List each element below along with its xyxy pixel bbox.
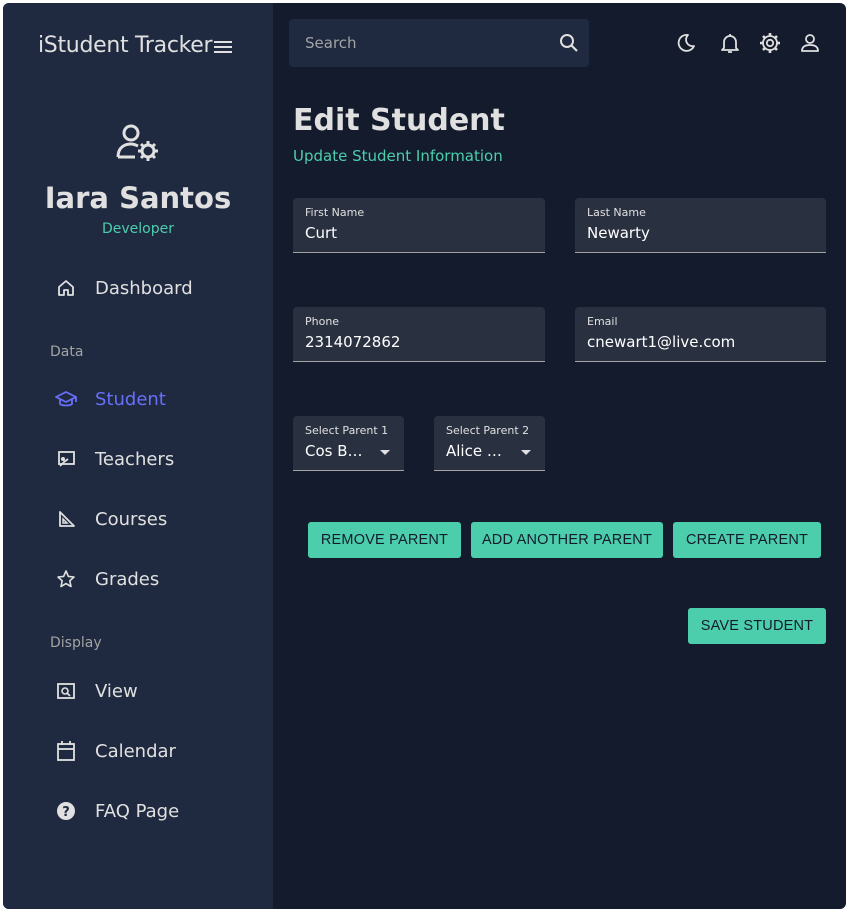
page-title: Edit Student: [293, 103, 505, 138]
email-label: Email: [587, 315, 618, 328]
sidebar-item-courses[interactable]: Courses: [55, 502, 255, 536]
email-field[interactable]: Email cnewart1@live.com: [575, 307, 826, 362]
search-bar: [289, 19, 589, 67]
sidebar-item-label: Calendar: [95, 740, 176, 762]
calendar-icon: [55, 740, 77, 762]
star-icon: [55, 568, 77, 590]
phone-field[interactable]: Phone 2314072862: [293, 307, 545, 362]
first-name-value: Curt: [305, 224, 338, 242]
search-input[interactable]: [289, 19, 539, 67]
last-name-field[interactable]: Last Name Newarty: [575, 198, 826, 253]
svg-text:?: ?: [62, 805, 70, 820]
sidebar-item-grades[interactable]: Grades: [55, 562, 255, 596]
create-parent-button[interactable]: CREATE PARENT: [673, 522, 821, 558]
sidebar-item-label: Dashboard: [95, 277, 193, 299]
phone-value: 2314072862: [305, 333, 401, 351]
remove-parent-button[interactable]: REMOVE PARENT: [308, 522, 461, 558]
sidebar-item-view[interactable]: View: [55, 674, 255, 708]
phone-label: Phone: [305, 315, 340, 328]
sidebar-item-calendar[interactable]: Calendar: [55, 734, 255, 768]
sidebar-item-teachers[interactable]: Teachers: [55, 442, 255, 476]
profile-role: Developer: [101, 221, 174, 237]
parent1-value: Cos Be…: [305, 442, 369, 460]
help-circle-icon: ?: [55, 800, 77, 822]
sidebar-item-dashboard[interactable]: Dashboard: [55, 271, 255, 305]
sidebar-item-student[interactable]: Student: [55, 382, 255, 416]
gear-icon[interactable]: [759, 32, 781, 58]
sidebar-item-label: View: [95, 680, 138, 702]
sidebar-item-faq[interactable]: ? FAQ Page: [55, 794, 255, 828]
parent2-value: Alice Sa…: [446, 442, 510, 460]
sidebar-item-label: FAQ Page: [95, 800, 180, 822]
sidebar-item-label: Teachers: [95, 448, 175, 470]
section-label-data: Data: [50, 344, 84, 360]
app-window: iStudent Tracker Iara Santos Developer D…: [3, 3, 846, 909]
graduation-cap-icon: [55, 388, 77, 410]
person-icon[interactable]: [799, 32, 821, 58]
presentation-icon: [55, 448, 77, 470]
profile-name: Iara Santos: [44, 181, 232, 215]
parent1-select[interactable]: Select Parent 1 Cos Be…: [293, 416, 404, 471]
parent1-label: Select Parent 1: [305, 424, 389, 437]
sidebar-item-label: Student: [95, 388, 166, 410]
first-name-label: First Name: [305, 206, 365, 219]
user-gear-icon: [115, 123, 161, 167]
section-label-display: Display: [50, 635, 102, 651]
chevron-down-icon: [521, 441, 531, 460]
sidebar: iStudent Tracker Iara Santos Developer D…: [3, 3, 273, 909]
last-name-label: Last Name: [587, 206, 646, 219]
add-another-parent-button[interactable]: ADD ANOTHER PARENT: [471, 522, 663, 558]
home-icon: [55, 277, 77, 299]
sidebar-item-label: Grades: [95, 568, 160, 590]
app-title: iStudent Tracker: [38, 33, 213, 58]
moon-icon[interactable]: [675, 32, 697, 58]
view-window-icon: [55, 680, 77, 702]
parent2-select[interactable]: Select Parent 2 Alice Sa…: [434, 416, 545, 471]
save-student-button[interactable]: SAVE STUDENT: [688, 608, 826, 644]
chevron-down-icon: [380, 441, 390, 460]
hamburger-icon[interactable]: [214, 39, 232, 58]
parent2-label: Select Parent 2: [446, 424, 530, 437]
sidebar-item-label: Courses: [95, 508, 168, 530]
set-square-icon: [55, 508, 77, 530]
last-name-value: Newarty: [587, 224, 650, 242]
search-icon[interactable]: [559, 33, 579, 57]
first-name-field[interactable]: First Name Curt: [293, 198, 545, 253]
bell-icon[interactable]: [719, 32, 741, 58]
email-value: cnewart1@live.com: [587, 333, 736, 351]
page-subtitle: Update Student Information: [293, 147, 503, 165]
